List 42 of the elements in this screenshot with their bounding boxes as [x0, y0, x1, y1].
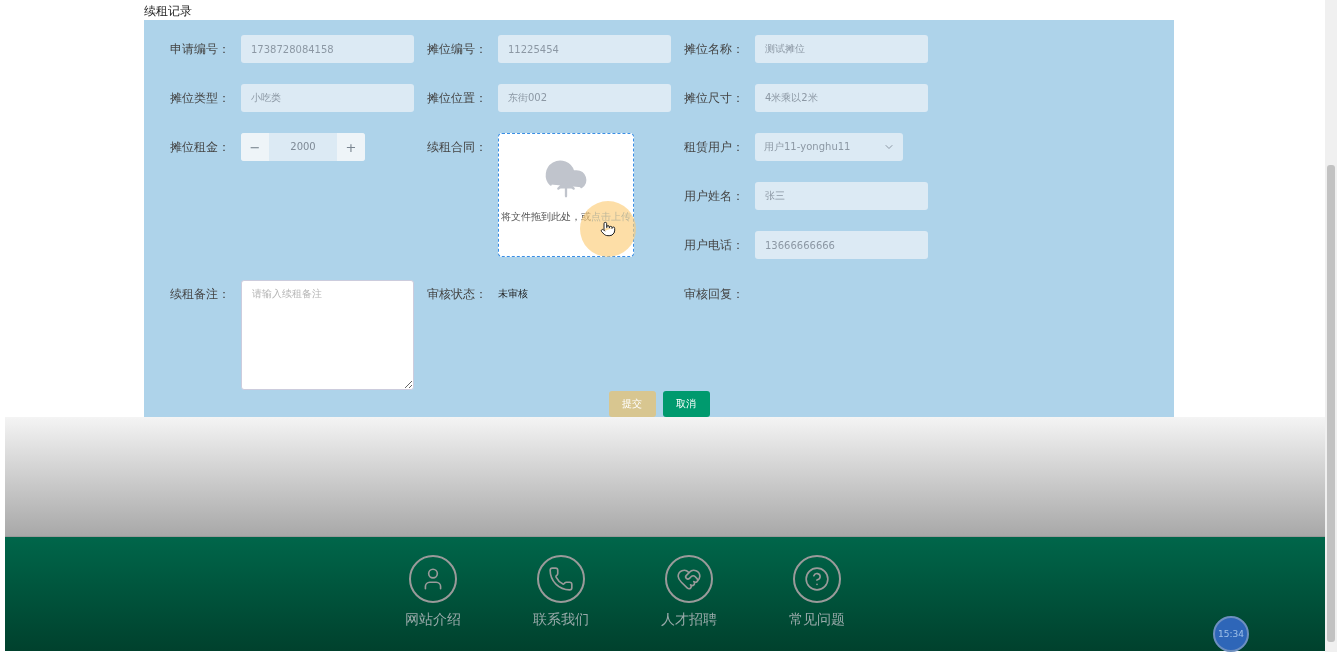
text-field[interactable]: 小吃类 — [241, 84, 414, 112]
field-label: 摊位尺寸： — [684, 90, 745, 107]
field-label: 摊位名称： — [684, 41, 745, 58]
field-label: 用户电话： — [684, 237, 745, 254]
submit-button[interactable]: 提交 — [608, 391, 656, 417]
section-title: 续租记录 — [144, 3, 193, 20]
phone-circle-icon — [537, 555, 585, 603]
text-field[interactable]: 1738728084158 — [241, 35, 414, 63]
number-stepper[interactable]: − 2000 + — [241, 133, 365, 161]
stepper-value: 2000 — [289, 140, 317, 154]
field-label: 摊位位置： — [427, 90, 488, 107]
field-label: 审核状态： — [427, 286, 488, 303]
status-text: 未审核 — [498, 287, 528, 301]
scrollbar[interactable] — [1325, 0, 1337, 652]
minus-button[interactable]: − — [241, 133, 269, 161]
field-label: 摊位类型： — [170, 90, 231, 107]
user-select[interactable]: 用户11-yonghu11 — [755, 133, 903, 161]
field-label: 续租备注： — [170, 286, 231, 303]
field-label: 续租合同： — [427, 139, 488, 156]
question-circle-icon — [793, 555, 841, 603]
plus-button[interactable]: + — [337, 133, 365, 161]
field-label: 摊位租金： — [170, 139, 231, 156]
footer-link[interactable]: 常见问题 — [778, 555, 856, 651]
footer-link[interactable]: 人才招聘 — [650, 555, 728, 651]
user-circle-icon — [409, 555, 457, 603]
heart-circle-icon — [665, 555, 713, 603]
text-field[interactable]: 4米乘以2米 — [755, 84, 928, 112]
text-field[interactable]: 11225454 — [498, 35, 671, 63]
field-label: 审核回复： — [684, 286, 745, 303]
text-field[interactable]: 东街002 — [498, 84, 671, 112]
text-field[interactable]: 张三 — [755, 182, 928, 210]
field-label: 申请编号： — [170, 41, 231, 58]
field-label: 摊位编号： — [427, 41, 488, 58]
remark-field[interactable]: 请输入续租备注 — [241, 280, 414, 390]
text-field[interactable]: 13666666666 — [755, 231, 928, 259]
footer-link[interactable]: 联系我们 — [522, 555, 600, 651]
text-field[interactable]: 测试摊位 — [755, 35, 928, 63]
field-label: 租赁用户： — [684, 139, 745, 156]
footer-link[interactable]: 网站介绍 — [394, 555, 472, 651]
hand-pointer-icon — [600, 221, 616, 237]
cancel-button[interactable]: 取消 — [662, 391, 710, 417]
field-label: 用户姓名： — [684, 188, 745, 205]
